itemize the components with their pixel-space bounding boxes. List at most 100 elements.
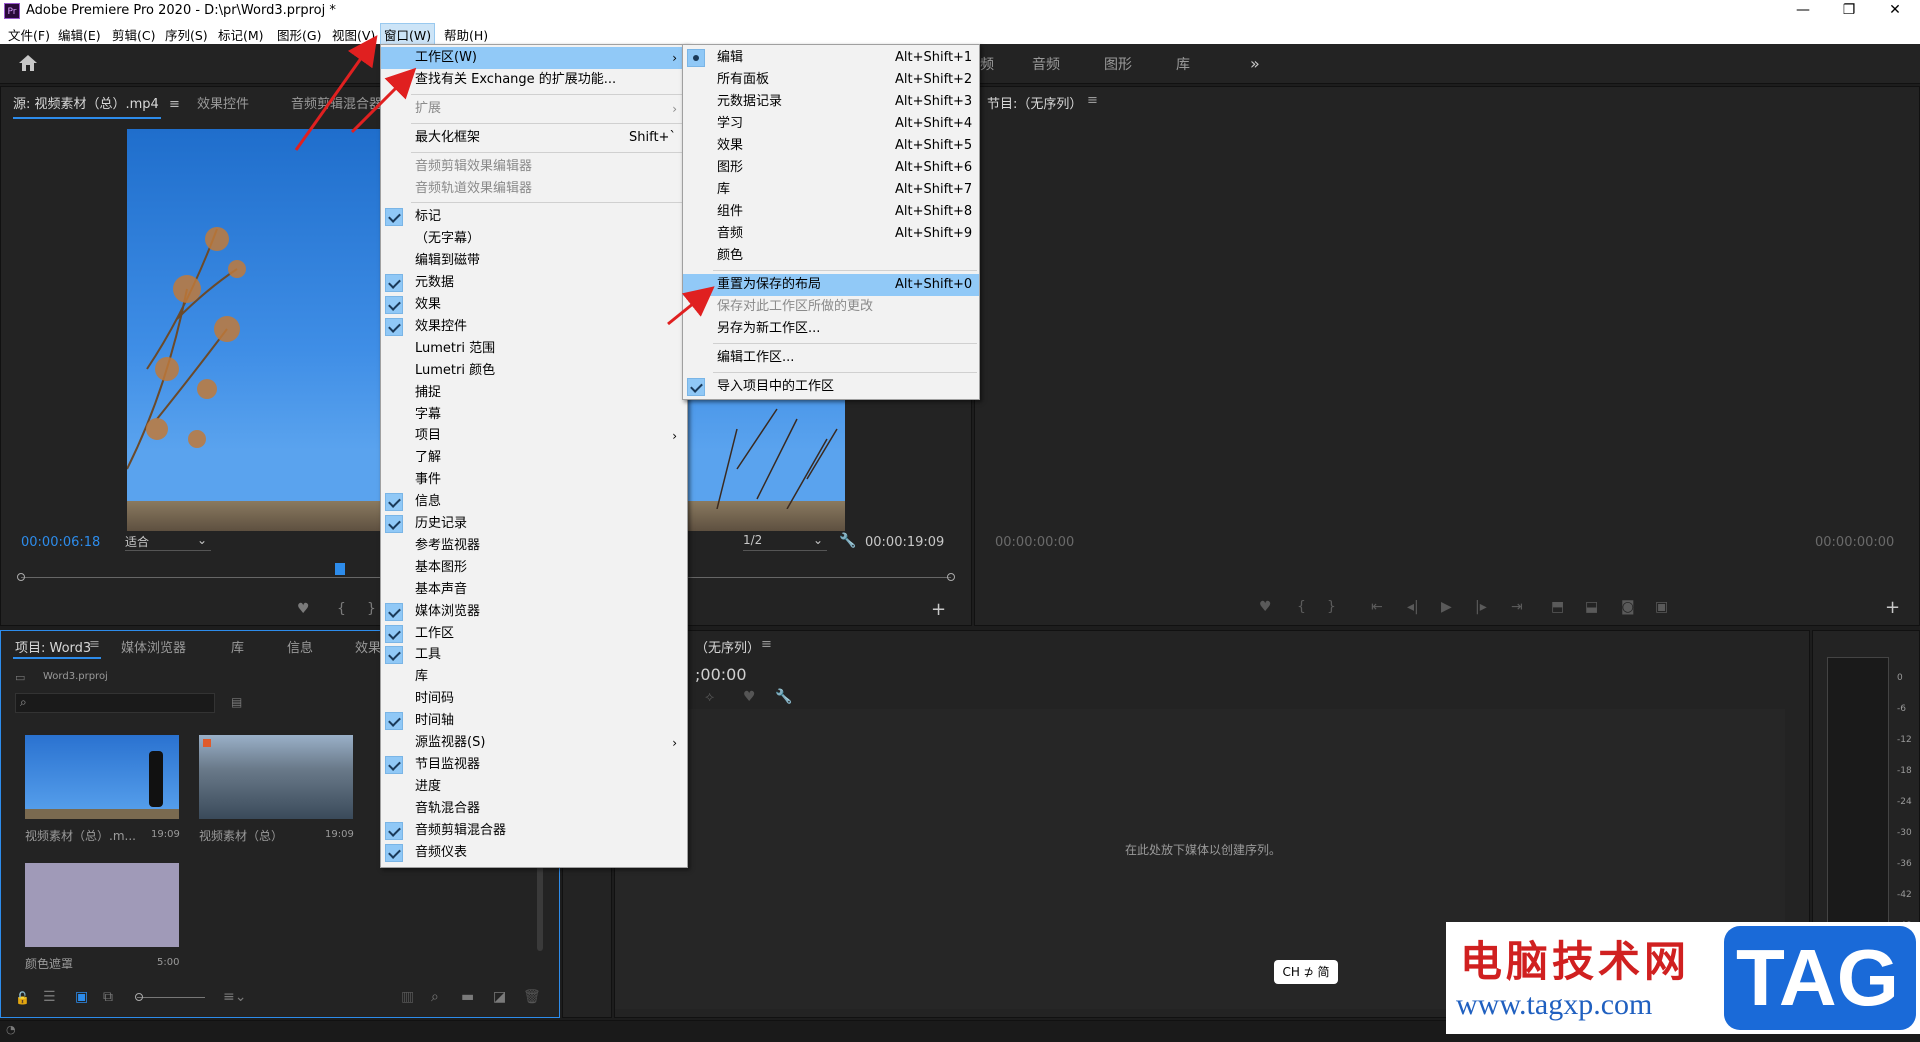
workspace-menu-item[interactable]: 学习 Alt+Shift+4 <box>683 113 979 135</box>
window-menu-item[interactable]: 历史记录 <box>381 513 687 535</box>
window-menu-item[interactable]: 音频仪表 <box>381 842 687 864</box>
ime-indicator[interactable]: CH ⊅ 简 <box>1274 960 1338 984</box>
window-menu-item[interactable]: 捕捉 <box>381 382 687 404</box>
new-bin-from-search-icon[interactable]: ▤ <box>231 695 242 709</box>
thumbnail-clip-2[interactable] <box>199 735 353 819</box>
source-timecode[interactable]: 00:00:06:18 <box>21 535 100 550</box>
window-menu-item[interactable]: 时间轴 <box>381 710 687 732</box>
workspace-tab-graphics[interactable]: 图形 <box>1104 54 1132 74</box>
ruler-end-handle[interactable] <box>947 573 955 581</box>
lock-icon[interactable]: 🔓 <box>15 991 30 1005</box>
window-menu-item[interactable]: 元数据 <box>381 272 687 294</box>
new-item-icon[interactable]: ◪ <box>493 989 506 1005</box>
maximize-button[interactable]: ❐ <box>1826 0 1872 22</box>
window-menu-item[interactable]: 时间码 <box>381 688 687 710</box>
new-bin-icon[interactable]: ▬ <box>461 989 474 1005</box>
find-icon[interactable]: ⌕ <box>431 989 439 1005</box>
mark-in-icon[interactable]: { <box>1297 599 1306 615</box>
step-back-icon[interactable]: ◂| <box>1407 599 1419 615</box>
window-menu-item[interactable]: 效果 <box>381 294 687 316</box>
window-menu-item[interactable]: 基本图形 <box>381 557 687 579</box>
menu-view[interactable]: 视图(V) <box>332 25 375 44</box>
button-editor-plus-icon[interactable]: + <box>1885 597 1900 618</box>
window-menu-item[interactable]: 音轨混合器 <box>381 798 687 820</box>
tab-info[interactable]: 信息 <box>287 637 313 656</box>
mark-out-icon[interactable]: } <box>1327 599 1336 615</box>
window-menu-item[interactable]: （无字幕） <box>381 228 687 250</box>
window-menu-item[interactable]: 字幕 <box>381 404 687 426</box>
comparison-view-icon[interactable]: ▣ <box>1655 599 1668 615</box>
zoom-select[interactable]: 适合 ⌄ <box>125 533 211 551</box>
menu-graphics[interactable]: 图形(G) <box>277 25 321 44</box>
window-menu-item[interactable]: 信息 <box>381 491 687 513</box>
menu-markers[interactable]: 标记(M) <box>218 25 264 44</box>
tab-audio-clip-mixer[interactable]: 音频剪辑混合器 <box>291 93 382 112</box>
tab-effects[interactable]: 效果 <box>355 637 381 656</box>
workspace-menu-item[interactable]: 另存为新工作区... <box>683 318 979 340</box>
window-menu-item[interactable]: 效果控件 <box>381 316 687 338</box>
mark-out-icon[interactable]: } <box>367 601 376 617</box>
window-menu-item[interactable]: 工作区 <box>381 623 687 645</box>
workspace-menu-item[interactable]: 库 Alt+Shift+7 <box>683 179 979 201</box>
tab-media-browser[interactable]: 媒体浏览器 <box>121 637 186 656</box>
workspace-menu-item[interactable]: 效果 Alt+Shift+5 <box>683 135 979 157</box>
mark-in-icon[interactable]: { <box>337 601 346 617</box>
wrench-icon[interactable]: 🔧 <box>839 533 856 549</box>
workspace-tab-audio[interactable]: 音频 <box>1032 54 1060 74</box>
thumbnail-color-matte[interactable] <box>25 863 179 947</box>
window-menu-item[interactable]: 库 <box>381 666 687 688</box>
window-menu-item[interactable]: 进度 <box>381 776 687 798</box>
window-menu-item[interactable]: 查找有关 Exchange 的扩展功能... <box>381 69 687 91</box>
timeline-settings-icon[interactable]: 🔧 <box>775 689 792 705</box>
sort-icon[interactable]: ≡⌄ <box>223 989 246 1005</box>
snap-icon[interactable]: ⟡ <box>705 689 714 705</box>
resolution-select[interactable]: 1/2 ⌄ <box>743 533 827 551</box>
window-menu-item[interactable]: 基本声音 <box>381 579 687 601</box>
workspace-menu-item[interactable]: 编辑工作区... <box>683 347 979 369</box>
export-frame-icon[interactable]: ◙ <box>1621 599 1635 615</box>
window-menu-item[interactable]: 音频剪辑混合器 <box>381 820 687 842</box>
thumbnail-clip-1[interactable] <box>25 735 179 819</box>
window-menu-item[interactable]: 节目监视器 <box>381 754 687 776</box>
go-to-in-icon[interactable]: ⇤ <box>1371 599 1383 615</box>
window-menu-item[interactable]: 最大化框架 Shift+` <box>381 127 687 149</box>
window-menu-item[interactable]: 标记 <box>381 206 687 228</box>
window-menu-item[interactable]: 源监视器(S) › <box>381 732 687 754</box>
program-monitor-title[interactable]: 节目:（无序列） <box>987 93 1082 112</box>
icon-view-icon[interactable]: ▣ <box>75 989 88 1005</box>
timeline-timecode[interactable]: ;00:00 <box>695 665 747 684</box>
window-menu-item[interactable]: 参考监视器 <box>381 535 687 557</box>
workspace-tab-partial[interactable]: 频 <box>980 54 994 74</box>
project-search-input[interactable]: ⌕ <box>15 693 215 713</box>
workspace-menu-item[interactable]: 颜色 <box>683 245 979 267</box>
workspace-menu-item[interactable]: 组件 Alt+Shift+8 <box>683 201 979 223</box>
menu-clip[interactable]: 剪辑(C) <box>112 25 155 44</box>
menu-file[interactable]: 文件(F) <box>8 25 50 44</box>
add-marker-icon[interactable]: ♥ <box>1259 599 1272 615</box>
window-menu-item[interactable]: 项目 › <box>381 425 687 447</box>
add-marker-icon[interactable]: ♥ <box>297 601 310 617</box>
workspace-overflow-button[interactable]: » <box>1250 54 1260 73</box>
window-menu-item[interactable]: Lumetri 范围 <box>381 338 687 360</box>
tab-effect-controls[interactable]: 效果控件 <box>197 93 249 112</box>
playhead[interactable] <box>335 563 345 575</box>
tab-project[interactable]: 项目: Word3 <box>15 637 91 656</box>
workspace-menu-item[interactable]: 编辑 Alt+Shift+1 <box>683 47 979 69</box>
window-menu-item[interactable]: 了解 <box>381 447 687 469</box>
window-menu-item[interactable]: 工作区(W) › <box>381 47 687 69</box>
menu-window[interactable]: 窗口(W) <box>380 23 436 46</box>
zoom-slider[interactable] <box>137 997 205 998</box>
workspace-menu-item[interactable]: 导入项目中的工作区 <box>683 376 979 398</box>
go-to-out-icon[interactable]: ⇥ <box>1511 599 1523 615</box>
workspace-menu-item[interactable]: 图形 Alt+Shift+6 <box>683 157 979 179</box>
freeform-view-icon[interactable]: ⧉ <box>103 989 113 1005</box>
lift-icon[interactable]: ⬒ <box>1551 599 1564 615</box>
tab-libraries[interactable]: 库 <box>231 637 244 656</box>
step-forward-icon[interactable]: |▸ <box>1475 599 1487 615</box>
home-icon[interactable] <box>18 54 38 72</box>
window-menu-item[interactable]: 编辑到磁带 <box>381 250 687 272</box>
button-editor-plus-icon[interactable]: + <box>931 599 946 620</box>
timeline-title[interactable]: （无序列） <box>695 637 760 656</box>
marker-icon[interactable]: ♥ <box>743 689 756 705</box>
menu-help[interactable]: 帮助(H) <box>444 25 488 44</box>
